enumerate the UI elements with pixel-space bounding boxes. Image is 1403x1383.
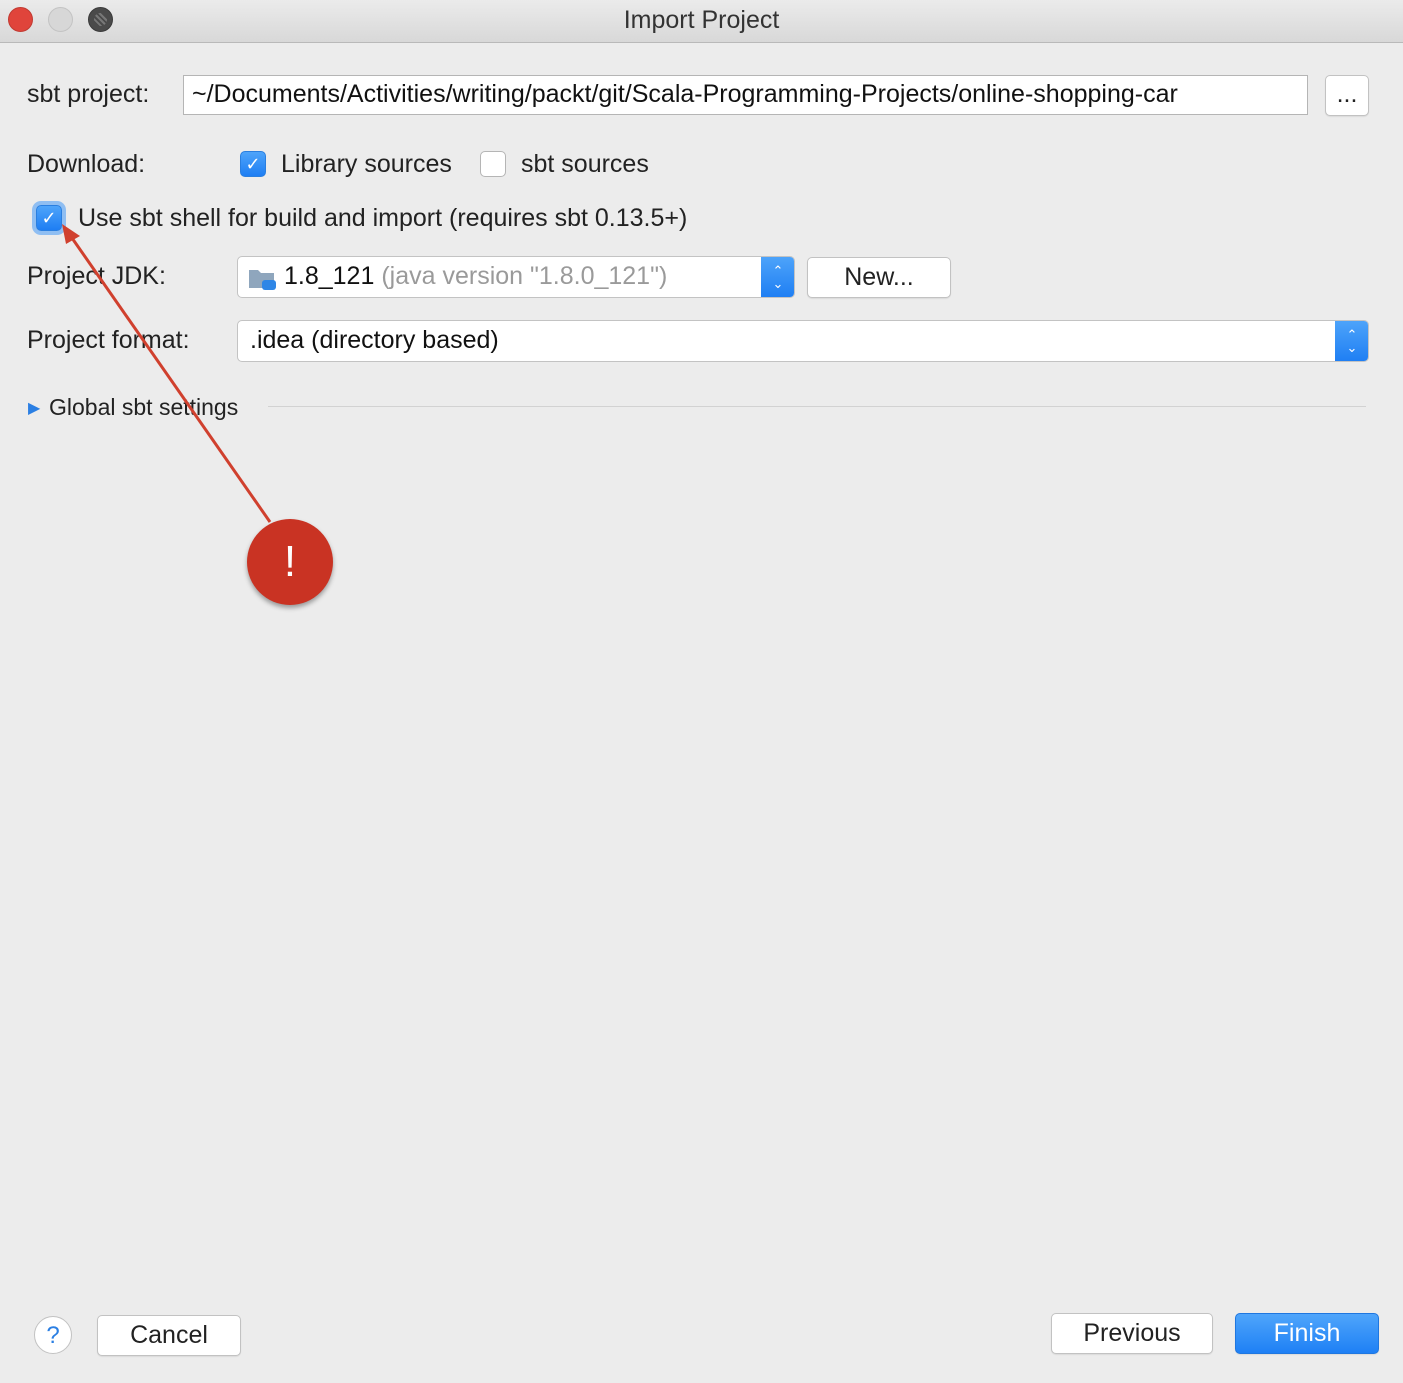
annotation-arrow [62,224,272,523]
help-button[interactable]: ? [34,1316,72,1354]
warning-badge: ! [247,519,333,605]
finish-button[interactable]: Finish [1235,1313,1379,1354]
cancel-button[interactable]: Cancel [97,1315,241,1356]
previous-button[interactable]: Previous [1051,1313,1213,1354]
exclamation-icon: ! [283,537,297,586]
